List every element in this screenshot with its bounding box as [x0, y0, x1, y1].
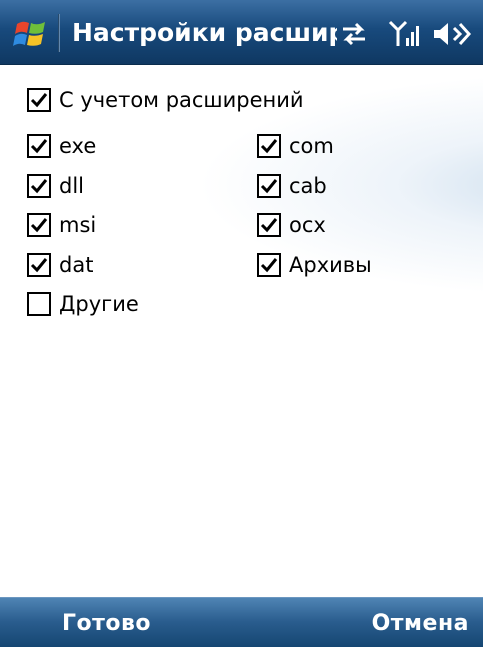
extension-checkbox-com[interactable]: com — [257, 131, 334, 161]
extension-label: com — [289, 134, 334, 158]
checkmark-icon — [30, 139, 48, 154]
title-bar: Настройки расширен — [0, 0, 483, 65]
extension-checkbox-ocx[interactable]: ocx — [257, 210, 326, 240]
checkmark-icon — [30, 218, 48, 233]
checkbox-box[interactable] — [257, 174, 281, 198]
softkey-bar: Готово Отмена — [0, 597, 483, 647]
checkbox-box[interactable] — [257, 134, 281, 158]
extension-label: cab — [289, 174, 327, 198]
title-separator — [58, 14, 60, 52]
extension-checkbox-archives[interactable]: Архивы — [257, 250, 372, 280]
checkmark-icon — [260, 179, 278, 194]
checkbox-box[interactable] — [27, 253, 51, 277]
done-softkey[interactable]: Готово — [62, 598, 151, 647]
extension-label: ocx — [289, 213, 326, 237]
extension-checkbox-msi[interactable]: msi — [27, 210, 96, 240]
extension-label: Другие — [59, 292, 139, 316]
checkmark-icon — [260, 218, 278, 233]
extension-label: Архивы — [289, 253, 372, 277]
checkbox-box[interactable] — [27, 174, 51, 198]
extension-label: dll — [59, 174, 84, 198]
checkbox-box[interactable] — [27, 88, 51, 112]
extension-checkbox-other[interactable]: Другие — [27, 289, 139, 319]
extension-checkbox-exe[interactable]: exe — [27, 131, 96, 161]
signal-strength-icon[interactable] — [388, 18, 422, 50]
cancel-softkey[interactable]: Отмена — [372, 598, 469, 647]
extension-checkbox-cab[interactable]: cab — [257, 171, 327, 201]
checkmark-icon — [30, 179, 48, 194]
checkbox-box[interactable] — [257, 213, 281, 237]
windows-start-icon[interactable] — [13, 16, 49, 52]
checkmark-icon — [30, 258, 48, 273]
checkbox-box[interactable] — [27, 213, 51, 237]
sync-arrows-icon[interactable] — [337, 18, 371, 50]
extension-label: msi — [59, 213, 97, 237]
settings-panel: С учетом расширений exe dll msi dat Друг… — [0, 65, 483, 597]
extension-checkbox-dll[interactable]: dll — [27, 171, 84, 201]
checkmark-icon — [30, 93, 48, 108]
extension-checkbox-dat[interactable]: dat — [27, 250, 93, 280]
checkmark-icon — [260, 139, 278, 154]
extension-label: dat — [59, 253, 94, 277]
window-title: Настройки расширен — [72, 18, 337, 47]
checkmark-icon — [260, 258, 278, 273]
checkbox-box[interactable] — [27, 292, 51, 316]
checkbox-box[interactable] — [257, 253, 281, 277]
volume-icon[interactable] — [432, 18, 472, 50]
with-extensions-checkbox[interactable]: С учетом расширений — [27, 85, 304, 115]
with-extensions-label: С учетом расширений — [59, 88, 304, 112]
checkbox-box[interactable] — [27, 134, 51, 158]
extension-label: exe — [59, 134, 97, 158]
